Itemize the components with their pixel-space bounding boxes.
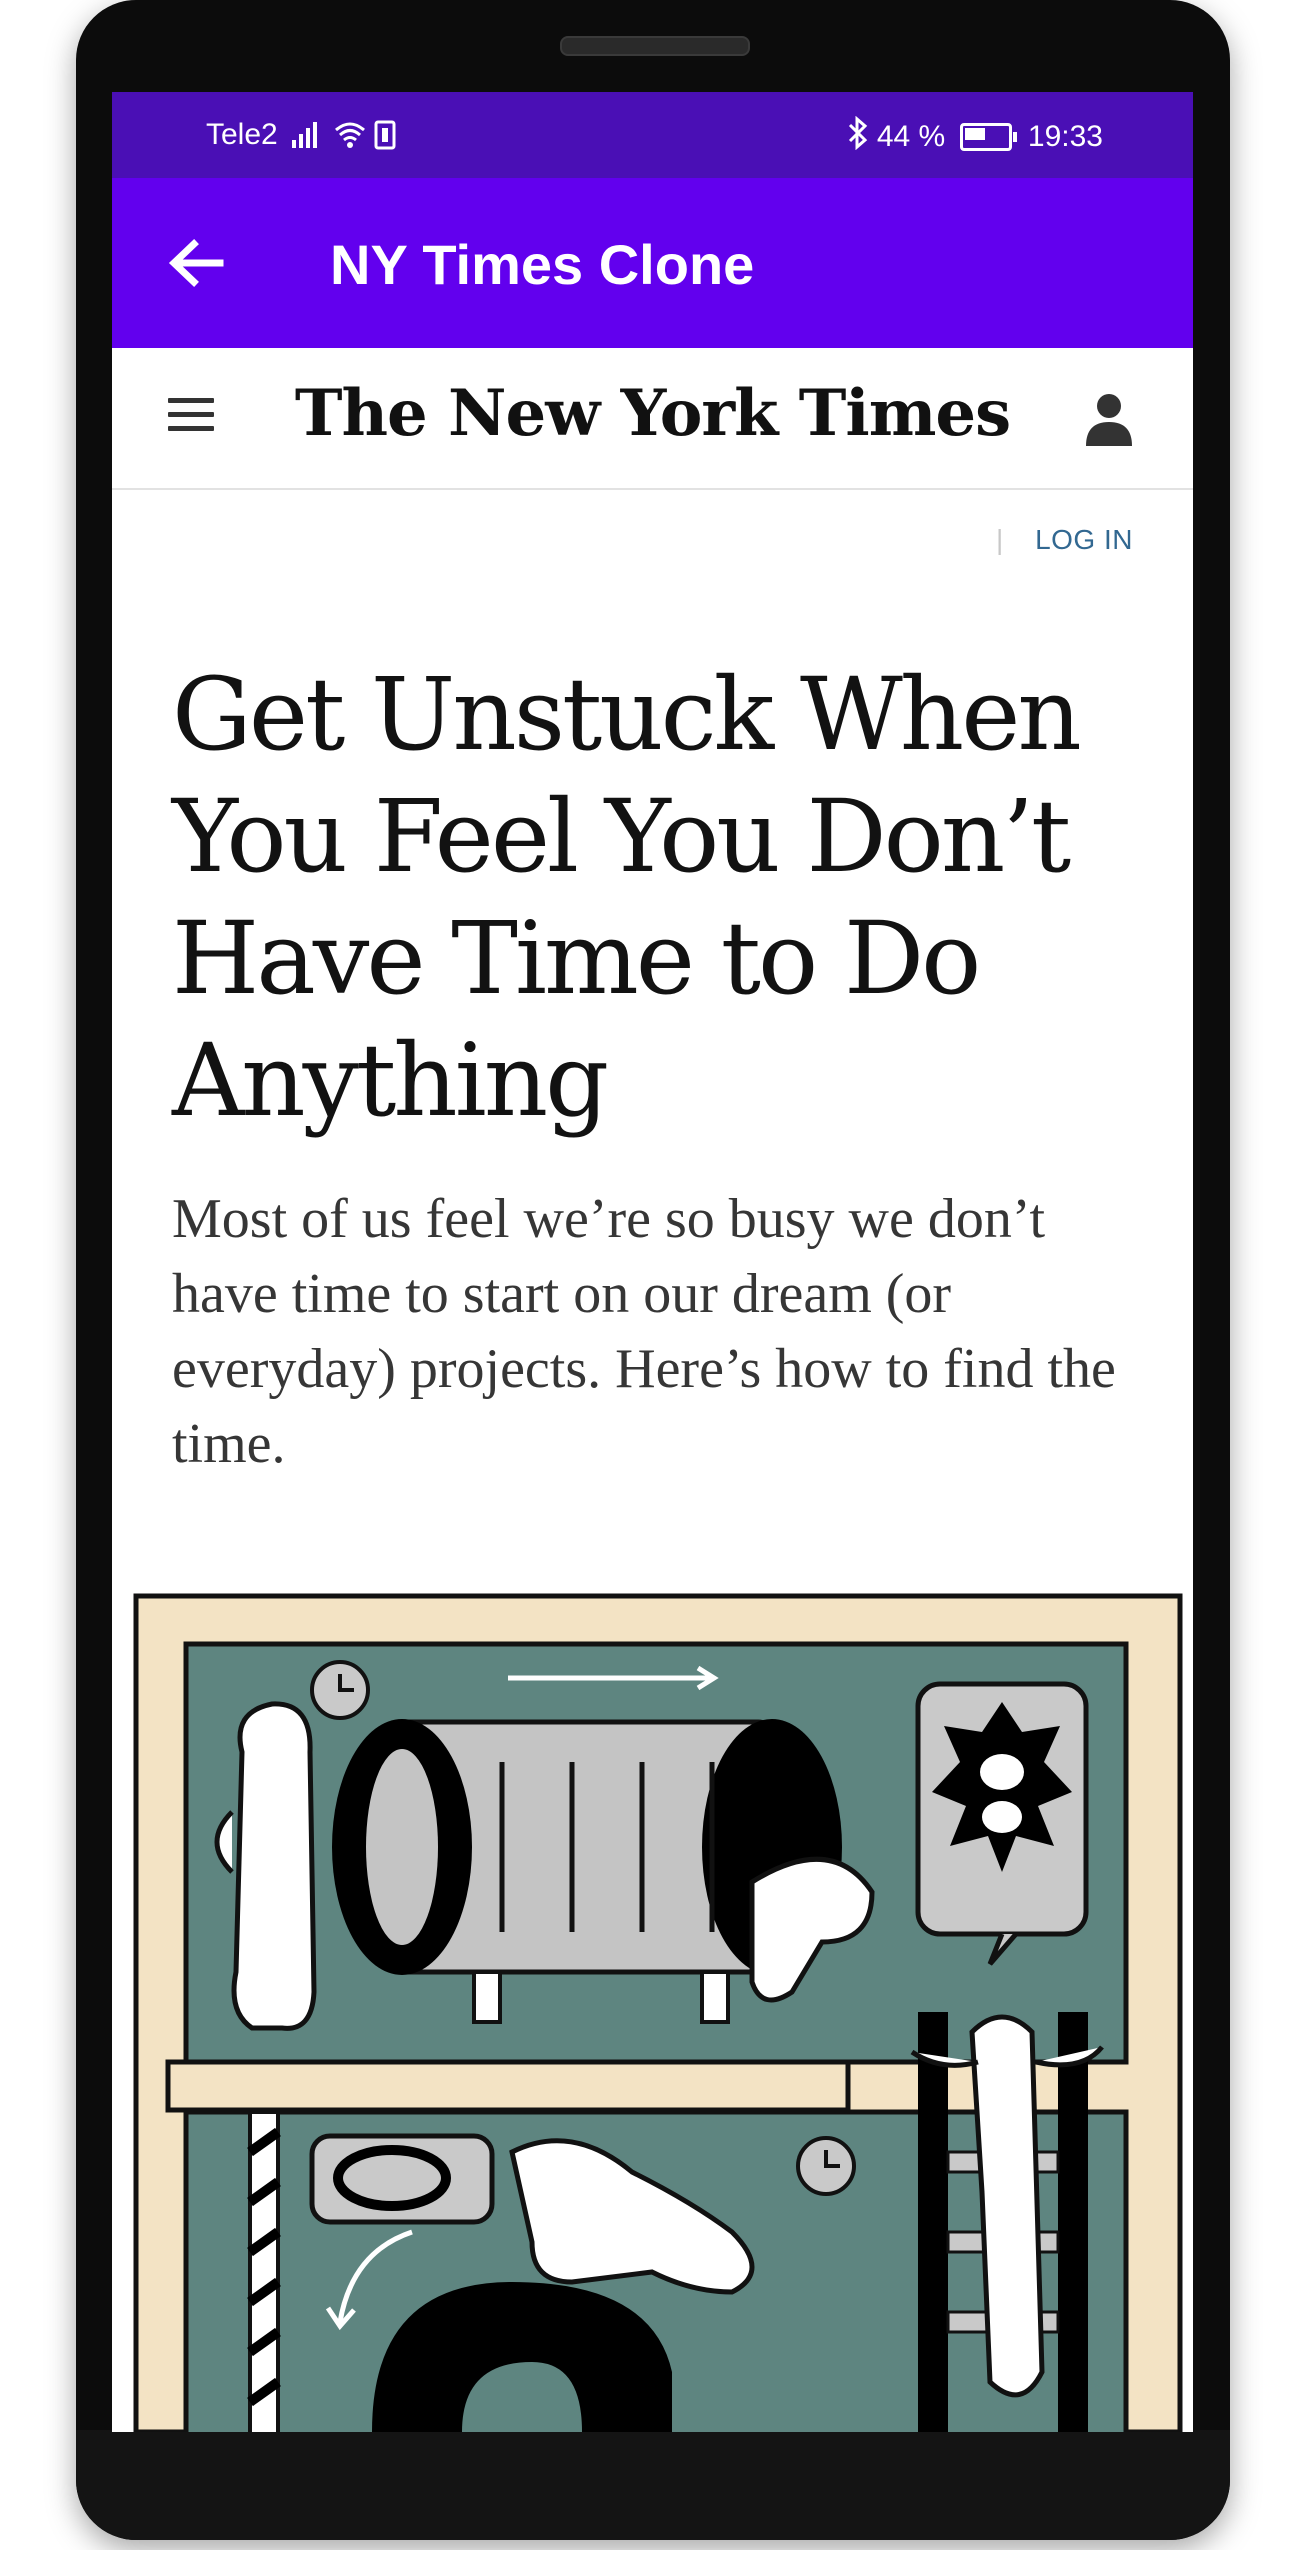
app-title: NY Times Clone [330, 233, 755, 296]
arrow-back-icon[interactable] [162, 228, 232, 298]
status-right-group: 44 % 19:33 [847, 115, 1103, 158]
nyt-header: The New York Times [112, 348, 1193, 490]
person-icon[interactable] [1084, 392, 1134, 448]
article-illustration [132, 1592, 1192, 2432]
app-bar: NY Times Clone [112, 178, 1193, 348]
app-screen: Tele2 44 % 19:33 NY Times Clone The New … [112, 92, 1193, 2432]
article-headline: Get Unstuck When You Feel You Don’t Have… [172, 656, 1082, 1139]
carrier-label: Tele2 [206, 118, 278, 151]
login-row: | LOG IN [996, 524, 1133, 556]
bluetooth-icon [847, 115, 869, 158]
nyt-logo[interactable]: The New York Times [112, 376, 1193, 451]
login-link[interactable]: LOG IN [1035, 524, 1133, 555]
article-summary: Most of us feel we’re so busy we don’t h… [172, 1188, 1116, 1475]
status-bar: Tele2 44 % 19:33 [112, 92, 1193, 178]
phone-bottom-bezel [76, 2430, 1230, 2540]
signal-wifi-icons [290, 116, 410, 160]
login-separator: | [996, 524, 1004, 555]
battery-icon [959, 123, 1017, 151]
phone-speaker [560, 36, 750, 56]
clock: 19:33 [1027, 120, 1103, 153]
battery-percent: 44 % [876, 120, 946, 153]
